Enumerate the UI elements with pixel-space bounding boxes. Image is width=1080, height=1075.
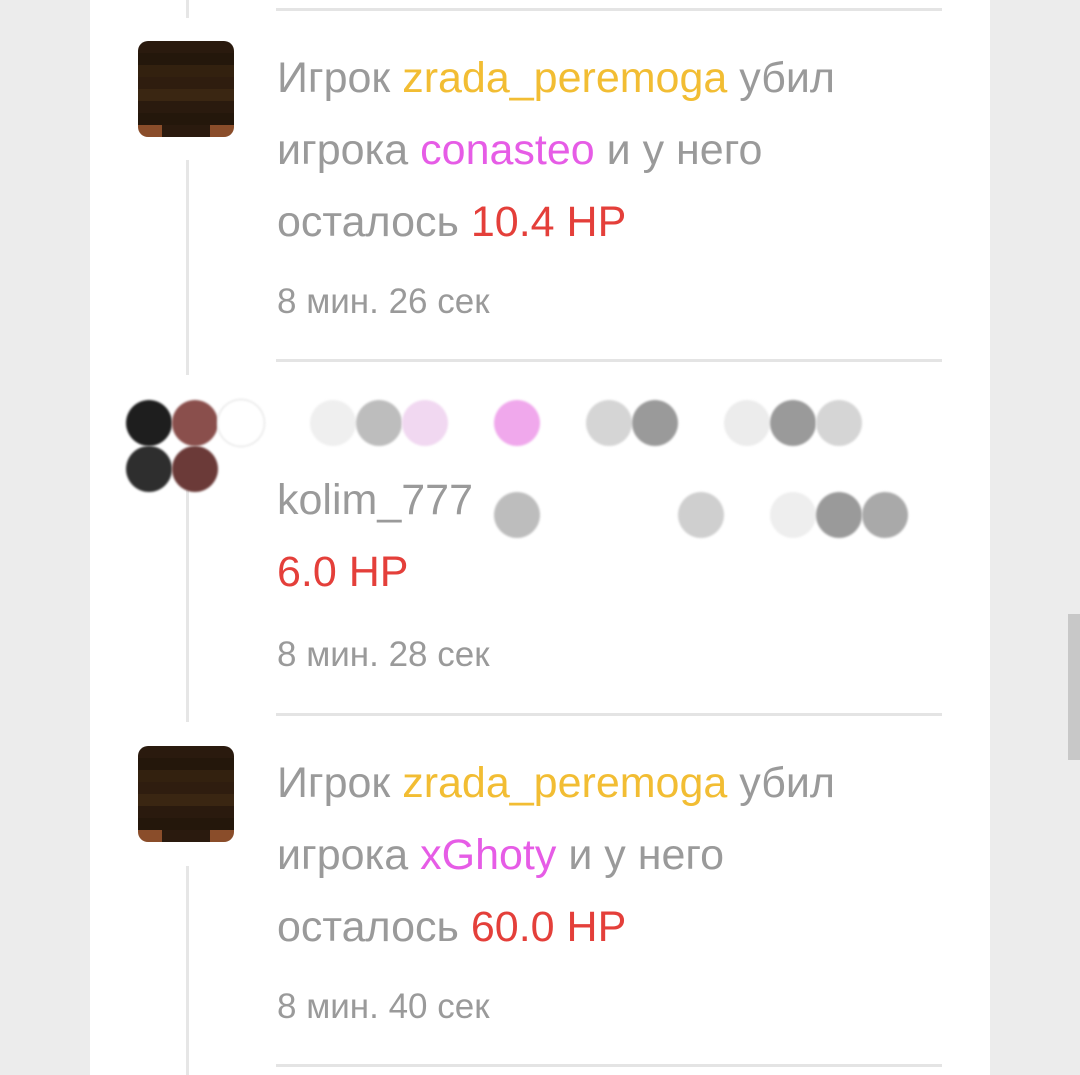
player-avatar[interactable] <box>138 41 234 137</box>
entry-timestamp: 8 мин. 40 сек <box>277 987 490 1026</box>
kill-message: kolim_777 <box>277 464 917 536</box>
entry-timestamp: 8 мин. 26 сек <box>277 282 490 321</box>
obscure-blob <box>816 400 862 446</box>
timeline-line <box>186 160 189 375</box>
obscure-blob <box>218 400 264 446</box>
obscure-blob <box>310 400 356 446</box>
obscure-blob <box>126 400 172 446</box>
obscure-blob <box>724 400 770 446</box>
timeline-line <box>186 0 189 18</box>
entry-divider <box>276 8 942 11</box>
kill-message: Игрок zrada_peremoga убил игрока conaste… <box>277 42 917 258</box>
victim-name[interactable]: xGhoty <box>420 831 556 879</box>
message-prefix: Игрок <box>277 759 403 807</box>
avatar-skin-pixels <box>138 41 234 137</box>
kill-message: Игрок zrada_peremoga убил игрока xGhoty … <box>277 747 917 963</box>
remaining-hp: 10.4 HP <box>470 198 627 246</box>
obscure-blob <box>632 400 678 446</box>
entry-divider <box>276 359 942 362</box>
obscure-blob <box>586 400 632 446</box>
player-avatar[interactable] <box>138 746 234 842</box>
killer-name[interactable]: zrada_peremoga <box>402 759 727 807</box>
entry-divider <box>276 1064 942 1067</box>
scrollbar-thumb[interactable] <box>1068 614 1080 760</box>
obscure-blob <box>126 446 172 492</box>
timeline-line <box>186 866 189 1075</box>
message-visible-start[interactable]: kolim_777 <box>277 476 473 524</box>
kill-message-hp-line: 6.0 HP <box>277 536 917 608</box>
remaining-hp: 60.0 HP <box>470 903 627 951</box>
remaining-hp: 6.0 HP <box>277 548 409 596</box>
obscure-blob <box>494 400 540 446</box>
victim-name[interactable]: conasteo <box>420 126 595 174</box>
obscure-blob <box>172 400 218 446</box>
obscure-blob <box>770 400 816 446</box>
killer-name[interactable]: zrada_peremoga <box>402 54 727 102</box>
obscure-blob <box>172 446 218 492</box>
entry-divider <box>276 713 942 716</box>
obscure-blob <box>402 400 448 446</box>
obscure-blob <box>356 400 402 446</box>
message-prefix: Игрок <box>277 54 403 102</box>
entry-timestamp: 8 мин. 28 сек <box>277 635 490 674</box>
avatar-skin-pixels <box>138 746 234 842</box>
